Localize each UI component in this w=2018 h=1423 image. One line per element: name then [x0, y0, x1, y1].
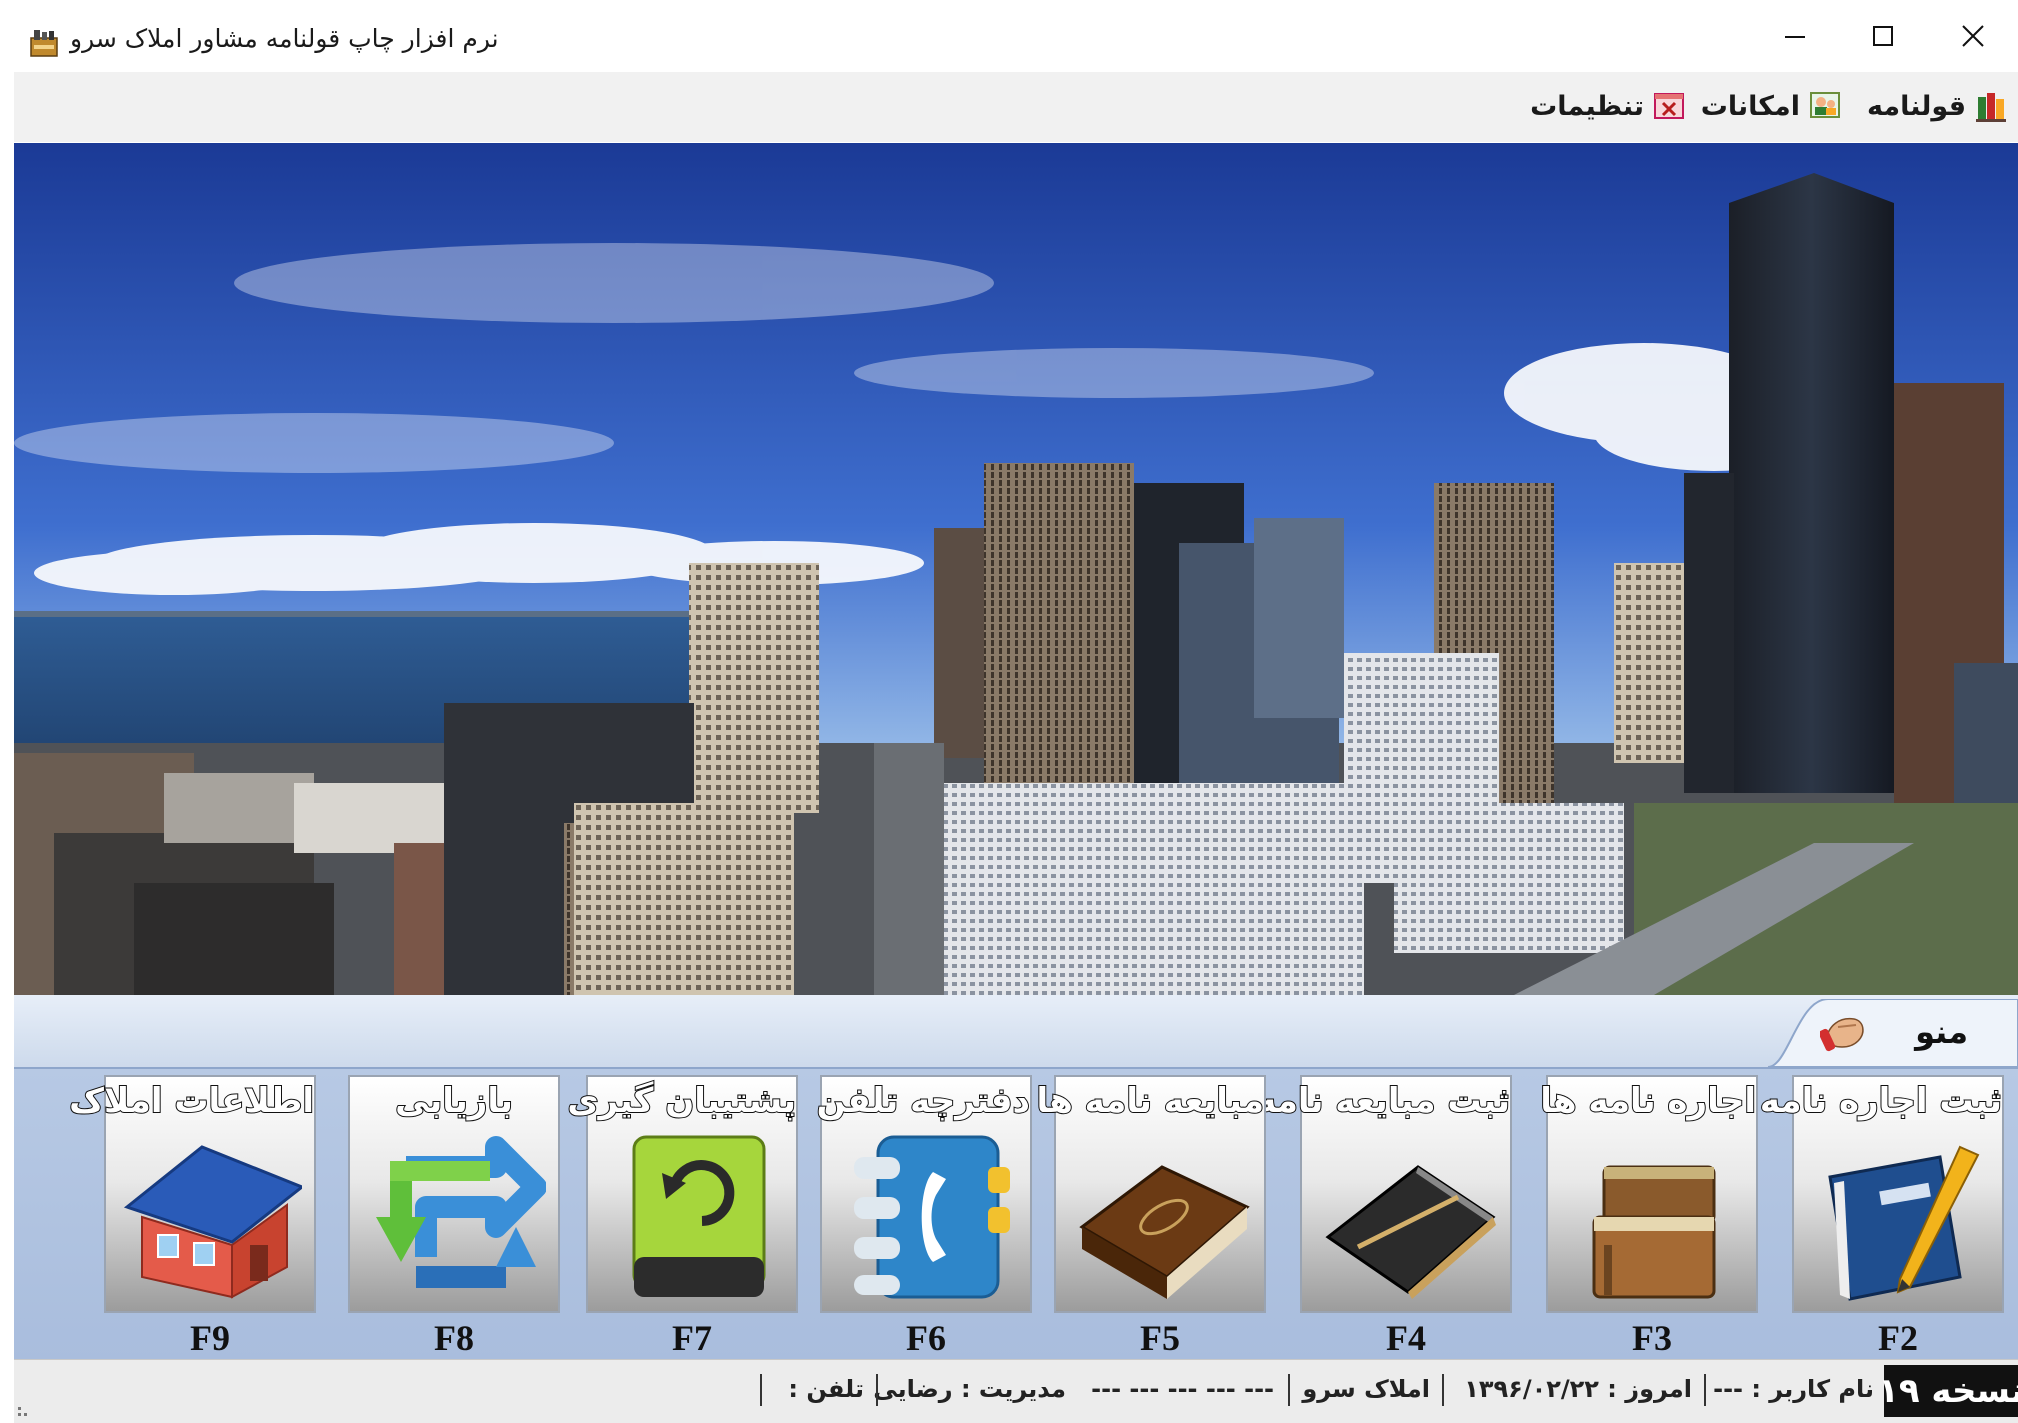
menu-bar: قولنامه امکانات تنظیمات [14, 72, 2018, 142]
status-separator [876, 1374, 878, 1406]
tab-menu[interactable]: منو [1768, 999, 2018, 1067]
tile-shortcut-key: F8 [434, 1318, 474, 1358]
tab-shape [1768, 999, 2018, 1067]
tile-shortcut-key: F5 [1140, 1318, 1180, 1358]
menu-item-label: تنظیمات [1530, 90, 1644, 122]
status-username: نام کاربر : --- [1713, 1375, 1874, 1403]
tile-label: ثبت اجاره نامه [1759, 1080, 2004, 1122]
tile-rental-contracts[interactable]: اجاره نامه ها [1539, 1075, 1758, 1313]
settings-x-icon [1654, 93, 1684, 119]
tile-label: بازیابی [394, 1080, 515, 1122]
minimize-icon [1785, 36, 1805, 38]
minimize-button[interactable] [1750, 0, 1840, 72]
backup-drive-icon [632, 1135, 766, 1297]
users-image-icon [1810, 92, 1840, 118]
menu-item-label: قولنامه [1867, 90, 1966, 122]
maximize-icon [1873, 26, 1893, 46]
status-bar: نسخه ۱۹ نام کاربر : --- امروز : ۱۳۹۶/۰۲/… [14, 1359, 2018, 1423]
maximize-button[interactable] [1838, 0, 1928, 72]
books-stack-icon [1592, 1165, 1716, 1299]
house-icon [123, 1145, 302, 1299]
title-bar: نرم افزار چاپ قولنامه مشاور املاک سرو [0, 0, 2018, 72]
status-separator [1442, 1374, 1444, 1406]
brown-book-icon [1079, 1165, 1250, 1299]
shortcut-tiles: ثبت اجاره نامه F2 اجاره نامه ها F3 ثبت م… [14, 1067, 2018, 1361]
status-separator [1288, 1374, 1290, 1406]
menu-item-features[interactable]: امکانات [1701, 86, 1842, 126]
status-separator [760, 1374, 762, 1406]
black-notebook-pen-icon [1325, 1165, 1496, 1299]
close-button[interactable] [1928, 0, 2018, 72]
status-dashes: --- --- --- --- --- [1091, 1375, 1274, 1403]
tile-label: اطلاعات املاک [68, 1080, 316, 1122]
seattle-skyline-photo [14, 143, 2018, 995]
tab-menu-label: منو [1915, 1013, 1968, 1051]
tile-shortcut-key: F6 [906, 1318, 946, 1358]
resize-grip-icon[interactable] [16, 1399, 36, 1419]
phone-book-icon [854, 1135, 1010, 1299]
status-phone: تلفن : [788, 1375, 864, 1403]
tile-shortcut-key: F2 [1878, 1318, 1918, 1358]
status-separator [1704, 1374, 1706, 1406]
tile-backup[interactable]: پشتیبان گیری [566, 1075, 798, 1313]
hand-pen-icon [1820, 1017, 1864, 1052]
tile-shortcut-key: F7 [672, 1318, 712, 1358]
status-agency: املاک سرو [1302, 1375, 1430, 1403]
banner-image [14, 143, 2018, 995]
close-icon [1962, 25, 1984, 47]
tile-shortcut-key: F4 [1386, 1318, 1426, 1358]
tile-phone-book[interactable]: دفترچه تلفن [816, 1075, 1032, 1313]
cash-register-icon [30, 30, 58, 57]
status-today: امروز : ۱۳۹۶/۰۲/۲۲ [1464, 1375, 1692, 1403]
books-icon [1976, 93, 2006, 122]
menu-item-settings[interactable]: تنظیمات [1530, 86, 1686, 126]
tile-restore[interactable]: بازیابی [348, 1075, 560, 1313]
menu-tab-strip: منو [14, 995, 2018, 1067]
tile-label: ثبت مبایعه نامه [1255, 1080, 1512, 1122]
tile-label: مبایعه نامه ها [1036, 1080, 1267, 1122]
menu-item-contracts[interactable]: قولنامه [1867, 86, 2008, 126]
restore-arrows-icon [376, 1136, 546, 1288]
notebook-pencil-icon [1828, 1145, 1980, 1301]
tile-property-info[interactable]: اطلاعات املاک [68, 1075, 316, 1313]
tile-label: پشتیبان گیری [566, 1080, 798, 1122]
tile-shortcut-key: F9 [190, 1318, 230, 1358]
tile-shortcut-key: F3 [1632, 1318, 1672, 1358]
tile-label: دفترچه تلفن [816, 1080, 1032, 1122]
tile-new-sale-contract[interactable]: ثبت مبایعه نامه [1255, 1075, 1512, 1313]
tile-label: اجاره نامه ها [1539, 1080, 1758, 1122]
window-title: نرم افزار چاپ قولنامه مشاور املاک سرو [70, 24, 499, 53]
tile-new-rental-contract[interactable]: ثبت اجاره نامه [1759, 1075, 2004, 1313]
status-manager: مدیریت : رضایی [873, 1375, 1066, 1403]
version-badge: نسخه ۱۹ [1878, 1365, 2018, 1417]
tile-sale-contracts[interactable]: مبایعه نامه ها [1036, 1075, 1267, 1313]
menu-item-label: امکانات [1700, 90, 1800, 122]
